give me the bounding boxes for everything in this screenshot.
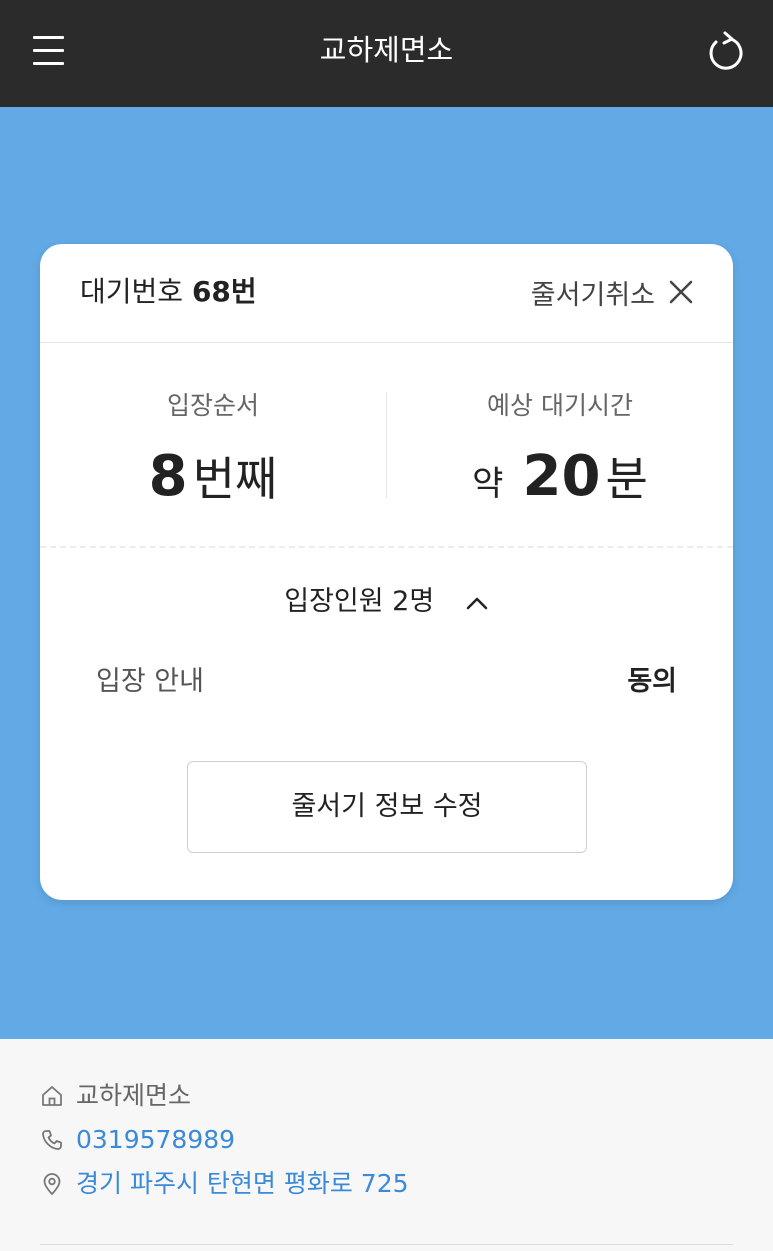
store-address-link[interactable]: 경기 파주시 탄현면 평화로 725 (76, 1166, 409, 1202)
entry-guide-row: 입장 안내 동의 (96, 662, 677, 702)
cancel-queue-button[interactable]: 줄서기취소 (531, 272, 693, 312)
waiting-number-label: 대기번호 (80, 275, 184, 308)
estimated-wait-number: 20 (522, 444, 601, 509)
refresh-icon[interactable] (705, 30, 745, 74)
ticket-header: 대기번호 68번 줄서기취소 (40, 244, 733, 343)
edit-queue-info-button[interactable]: 줄서기 정보 수정 (187, 761, 587, 853)
party-size-label: 입장인원 2명 (284, 586, 435, 617)
store-name: 교하제면소 (76, 1081, 192, 1110)
top-app-bar: 교하제면소 (0, 0, 773, 107)
phone-icon (42, 1130, 62, 1150)
entry-order-number: 8 (148, 444, 188, 509)
entry-order-value: 8 번째 (40, 442, 386, 512)
dashed-divider (40, 546, 733, 548)
entry-order: 입장순서 8 번째 (40, 382, 386, 512)
estimated-wait-unit: 분 (605, 452, 648, 506)
entry-guide-label: 입장 안내 (96, 666, 204, 697)
chevron-up-icon (466, 597, 488, 609)
waiting-number-value: 68번 (191, 275, 257, 308)
entry-order-label: 입장순서 (166, 391, 259, 420)
page-title: 교하제면소 (319, 33, 454, 67)
entry-guide-agree[interactable]: 동의 (627, 662, 677, 702)
party-size-toggle[interactable]: 입장인원 2명 (40, 582, 733, 622)
waiting-number: 대기번호 68번 (80, 272, 257, 312)
estimated-wait: 예상 대기시간 약 20 분 (387, 382, 733, 512)
store-phone-link[interactable]: 0319578989 (76, 1122, 235, 1158)
entry-order-unit: 번째 (192, 452, 278, 506)
estimated-wait-prefix: 약 (472, 464, 504, 504)
location-pin-icon (43, 1173, 61, 1195)
store-name-row: 교하제면소 (40, 1078, 191, 1114)
estimated-wait-label: 예상 대기시간 (487, 391, 633, 420)
footer-divider (40, 1244, 733, 1245)
cancel-queue-label: 줄서기취소 (530, 279, 655, 311)
store-phone-row[interactable]: 0319578989 (40, 1122, 235, 1158)
waiting-ticket-card: 대기번호 68번 줄서기취소 입장순서 8 번째 예상 대기시간 약 20 분 … (40, 244, 733, 900)
store-address-row[interactable]: 경기 파주시 탄현면 평화로 725 (40, 1166, 409, 1202)
close-icon (669, 280, 693, 304)
estimated-wait-value: 약 20 분 (387, 442, 733, 512)
home-icon (42, 1086, 62, 1106)
